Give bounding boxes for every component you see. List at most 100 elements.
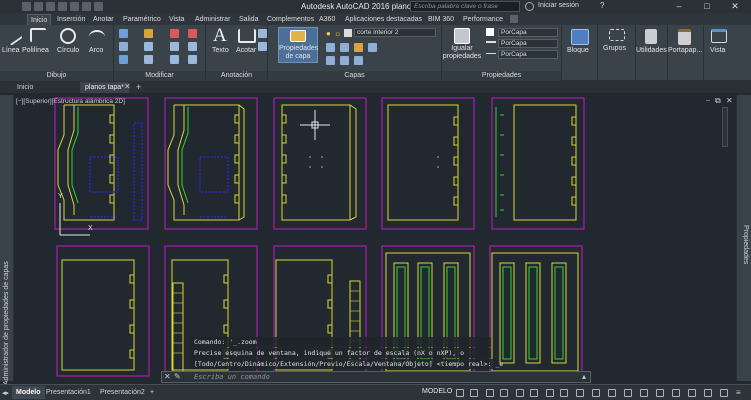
command-menu-icon[interactable]: ▴	[582, 372, 586, 381]
view-icon[interactable]	[711, 29, 727, 43]
file-tab-start[interactable]: Inicio	[12, 82, 38, 93]
mirror-icon[interactable]	[144, 42, 153, 51]
match-properties-button[interactable]: Igualar propiedades	[442, 45, 482, 61]
layer-icon-g[interactable]	[354, 56, 363, 65]
line-icon[interactable]	[3, 26, 23, 46]
circle-button[interactable]: Círculo	[57, 47, 79, 54]
lightbulb-icon[interactable]: ●	[326, 29, 331, 38]
maximize-icon[interactable]: □	[700, 1, 714, 12]
scale-icon[interactable]	[144, 55, 153, 64]
login-link[interactable]: Iniciar sesión	[538, 2, 579, 9]
layer-icon-e[interactable]	[326, 56, 335, 65]
array-icon[interactable]	[170, 55, 179, 64]
hardware-acceleration-icon[interactable]	[704, 389, 712, 397]
tab-aplicaciones[interactable]: Aplicaciones destacadas	[342, 14, 425, 25]
annotation-scale-icon[interactable]	[592, 389, 600, 397]
view-button[interactable]: Vista	[710, 47, 725, 54]
tab-administrar[interactable]: Administrar	[192, 14, 233, 25]
transparency-icon[interactable]	[560, 389, 568, 397]
tab-anotar[interactable]: Anotar	[90, 14, 117, 25]
user-icon[interactable]	[525, 2, 534, 11]
layer-icon-a[interactable]	[326, 43, 335, 52]
annotation-visibility-icon[interactable]	[608, 389, 616, 397]
groups-icon[interactable]	[609, 29, 625, 41]
isolate-objects-icon[interactable]	[688, 389, 696, 397]
layer-dropdown[interactable]: corte interior 2	[354, 28, 436, 37]
table-icon[interactable]	[258, 42, 267, 51]
polyline-icon[interactable]	[30, 28, 46, 42]
clipboard-button[interactable]: Portapap...	[668, 47, 702, 54]
polar-icon[interactable]	[500, 389, 508, 397]
add-layout-button[interactable]: +	[146, 386, 158, 399]
model-tab[interactable]: Modelo	[12, 386, 45, 399]
copy-icon[interactable]	[119, 42, 128, 51]
customize-icon[interactable]: ✎	[174, 372, 181, 381]
tab-salida[interactable]: Salida	[236, 14, 261, 25]
customization-icon[interactable]: ≡	[736, 388, 741, 397]
search-input[interactable]: Escriba palabra clave o frase	[410, 1, 520, 12]
drawing-canvas[interactable]: [−][Superior][Estructura alámbrica 2D] –…	[14, 95, 736, 383]
tab-bim360[interactable]: BIM 360	[425, 14, 457, 25]
circle-icon[interactable]	[60, 28, 76, 44]
units-icon[interactable]	[640, 389, 648, 397]
tab-performance[interactable]: Performance	[460, 14, 506, 25]
stretch-icon[interactable]	[119, 55, 128, 64]
sun-icon[interactable]: ☼	[334, 29, 341, 38]
text-button[interactable]: Texto	[212, 47, 229, 54]
grid-icon[interactable]	[456, 389, 464, 397]
command-input[interactable]: Escriba un comando	[194, 373, 270, 381]
lock-ui-icon[interactable]	[672, 389, 680, 397]
close-command-icon[interactable]: ✕	[164, 372, 171, 381]
minimize-icon[interactable]: –	[672, 1, 686, 12]
layout1-tab[interactable]: Presentación1	[42, 386, 95, 399]
close-icon[interactable]: ✕	[728, 1, 742, 12]
color-dropdown[interactable]: PorCapa	[498, 28, 558, 37]
layer-icon-c[interactable]	[354, 43, 363, 52]
tab-insercion[interactable]: Inserción	[54, 14, 88, 25]
match-properties-icon[interactable]	[454, 28, 470, 44]
dimension-icon[interactable]	[238, 29, 256, 43]
calculator-icon[interactable]	[645, 29, 657, 44]
osnap-icon[interactable]	[516, 389, 524, 397]
lineweight-dropdown[interactable]: PorCapa	[498, 39, 558, 48]
trim-icon[interactable]	[170, 29, 179, 38]
move-icon[interactable]	[119, 29, 128, 38]
clean-screen-icon[interactable]	[720, 389, 728, 397]
new-tab-icon[interactable]: +	[136, 82, 141, 92]
layer-icon-b[interactable]	[340, 43, 349, 52]
explode-icon[interactable]	[188, 42, 197, 51]
line-button[interactable]: Línea	[2, 47, 20, 54]
leader-icon[interactable]	[258, 29, 267, 38]
linetype-dropdown[interactable]: PorCapa	[498, 50, 558, 59]
quick-properties-icon[interactable]	[656, 389, 664, 397]
close-file-icon[interactable]: ✕	[124, 82, 131, 91]
properties-palette[interactable]: Propiedades	[736, 95, 751, 381]
clipboard-icon[interactable]	[678, 29, 691, 45]
snap-icon[interactable]	[470, 389, 478, 397]
scroll-tabs-icon[interactable]: ◂▸	[2, 389, 9, 397]
tab-inicio[interactable]: Inicio	[27, 14, 52, 25]
dimension-button[interactable]: Acotar	[236, 47, 256, 54]
tab-a360[interactable]: A360	[316, 14, 338, 25]
arc-icon[interactable]	[89, 30, 105, 44]
tab-complementos[interactable]: Complementos	[264, 14, 317, 25]
layout2-tab[interactable]: Presentación2	[96, 386, 149, 399]
block-button[interactable]: Bloque	[567, 47, 589, 54]
polyline-button[interactable]: Polilínea	[22, 47, 49, 54]
model-space-button[interactable]: MODELO	[422, 388, 452, 395]
selection-cycling-icon[interactable]	[576, 389, 584, 397]
block-icon[interactable]	[571, 29, 589, 45]
layer-manager-palette[interactable]: Administrador de propiedades de capas	[0, 95, 14, 385]
ortho-icon[interactable]	[486, 389, 494, 397]
offset-icon[interactable]	[188, 55, 197, 64]
erase-icon[interactable]	[188, 29, 197, 38]
fillet-icon[interactable]	[170, 42, 179, 51]
lineweight-toggle-icon[interactable]	[546, 389, 554, 397]
workspace-icon[interactable]	[624, 389, 632, 397]
otrack-icon[interactable]	[530, 389, 538, 397]
ribbon-toggle-icon[interactable]	[510, 15, 518, 23]
layer-icon-f[interactable]	[340, 56, 349, 65]
command-line[interactable]: ✕ ✎ Escriba un comando ▴	[161, 371, 591, 383]
help-icon[interactable]: ?	[600, 1, 604, 10]
tab-vista[interactable]: Vista	[166, 14, 187, 25]
